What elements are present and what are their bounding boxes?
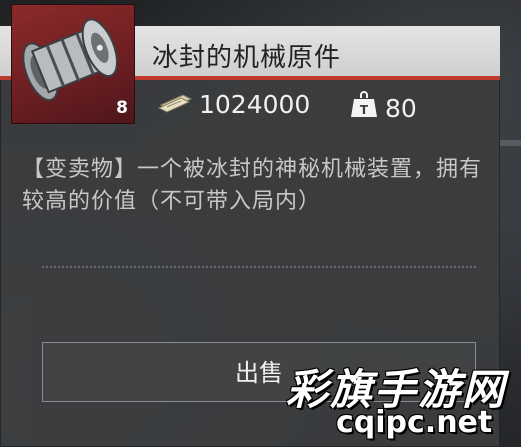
price-value: 1024000: [199, 90, 311, 119]
cash-stack-icon: [157, 90, 193, 119]
item-quantity: 8: [116, 98, 128, 118]
scene-wire: [500, 140, 521, 146]
svg-text:T: T: [360, 103, 369, 117]
weight-value: 80: [385, 93, 417, 123]
weight-stat: T 80: [349, 90, 417, 126]
price-stat: 1024000: [157, 90, 310, 119]
item-description: 【变卖物】一个被冰封的神秘机械装置，拥有较高的价值（不可带入局内）: [22, 157, 483, 214]
item-icon-frame: 8: [11, 4, 135, 124]
divider: [42, 266, 476, 268]
item-name: 冰封的机械原件: [152, 43, 342, 73]
weight-icon: T: [349, 90, 379, 126]
item-stats: 1024000 T 80: [157, 90, 487, 130]
watermark-url: cqipc.net: [336, 405, 493, 440]
